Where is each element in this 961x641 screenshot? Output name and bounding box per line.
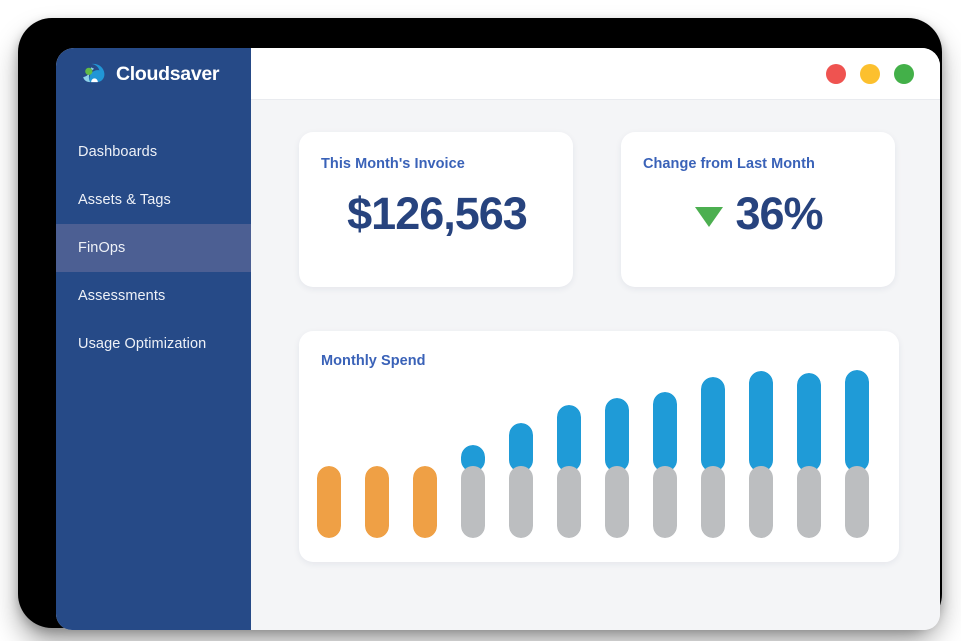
dashboard-content: This Month's Invoice $126,563 Change fro… (251, 100, 940, 630)
main-pane: This Month's Invoice $126,563 Change fro… (251, 48, 940, 630)
chart-bar (461, 444, 485, 538)
bar-segment-actual (365, 465, 389, 538)
bar-segment-baseline (461, 465, 485, 538)
bar-segment-baseline (845, 465, 869, 538)
cloud-leaf-icon (83, 63, 105, 83)
bar-segment-projected (653, 392, 677, 473)
bar-segment-baseline (653, 465, 677, 538)
kpi-value-change-wrapper: 36% (643, 188, 875, 240)
arrow-down-icon (695, 206, 724, 227)
bar-segment-baseline (797, 465, 821, 538)
bar-segment-actual (413, 465, 437, 538)
maximize-dot[interactable] (894, 63, 914, 84)
chart-bar (605, 397, 629, 538)
chart-bar (749, 371, 773, 538)
bar-segment-baseline (749, 465, 773, 538)
bar-segment-baseline (605, 465, 629, 538)
chart-bar (557, 405, 581, 538)
bar-segment-actual (317, 465, 341, 538)
sidebar-item-finops[interactable]: FinOps (56, 224, 251, 272)
bar-segment-projected (845, 370, 869, 473)
kpi-card-change: Change from Last Month 36% (621, 132, 895, 287)
bar-segment-projected (557, 405, 581, 473)
bar-segment-projected (701, 376, 725, 473)
chart-bar (701, 376, 725, 538)
sidebar-item-assessments[interactable]: Assessments (56, 272, 251, 320)
close-dot[interactable] (826, 63, 846, 84)
chart-bar (413, 465, 437, 538)
chart-bar (653, 392, 677, 538)
kpi-row: This Month's Invoice $126,563 Change fro… (299, 132, 910, 287)
bar-segment-projected (797, 373, 821, 473)
sidebar-item-usage-optimization[interactable]: Usage Optimization (56, 320, 251, 368)
monthly-spend-card: Monthly Spend (299, 331, 899, 562)
bar-segment-projected (749, 371, 773, 473)
kpi-card-invoice: This Month's Invoice $126,563 (299, 132, 573, 287)
brand-name: Cloudsaver (116, 62, 220, 85)
sidebar-item-dashboards[interactable]: Dashboards (56, 128, 251, 176)
chart-bar (509, 423, 533, 538)
bar-segment-projected (605, 397, 629, 473)
sidebar-item-label: Assets & Tags (78, 192, 171, 208)
sidebar-item-assets-tags[interactable]: Assets & Tags (56, 176, 251, 224)
screenshot-root: Cloudsaver Dashboards Assets & Tags FinO… (0, 0, 961, 641)
bar-segment-baseline (509, 465, 533, 538)
sidebar-item-label: Dashboards (78, 144, 158, 160)
bar-segment-projected (509, 423, 533, 473)
bar-segment-baseline (557, 465, 581, 538)
kpi-title: Change from Last Month (643, 156, 815, 172)
chart-bar (845, 370, 869, 538)
app-window: Cloudsaver Dashboards Assets & Tags FinO… (56, 48, 940, 630)
sidebar-item-label: Assessments (78, 288, 166, 304)
sidebar-item-label: FinOps (78, 240, 126, 256)
brand-logo[interactable]: Cloudsaver (56, 48, 251, 100)
kpi-value-change: 36% (735, 188, 823, 239)
sidebar-nav: Dashboards Assets & Tags FinOps Assessme… (56, 128, 251, 368)
chart-bar (797, 373, 821, 538)
minimize-dot[interactable] (860, 63, 880, 84)
monthly-spend-chart (317, 368, 885, 538)
kpi-value-invoice: $126,563 (347, 188, 528, 239)
bar-segment-baseline (701, 465, 725, 538)
kpi-title: This Month's Invoice (321, 156, 465, 172)
chart-title: Monthly Spend (321, 353, 426, 369)
device-frame: Cloudsaver Dashboards Assets & Tags FinO… (18, 18, 942, 630)
chart-bar (317, 465, 341, 538)
sidebar: Cloudsaver Dashboards Assets & Tags FinO… (56, 48, 251, 630)
window-titlebar (251, 48, 940, 100)
sidebar-item-label: Usage Optimization (78, 336, 207, 352)
chart-bar (365, 465, 389, 538)
